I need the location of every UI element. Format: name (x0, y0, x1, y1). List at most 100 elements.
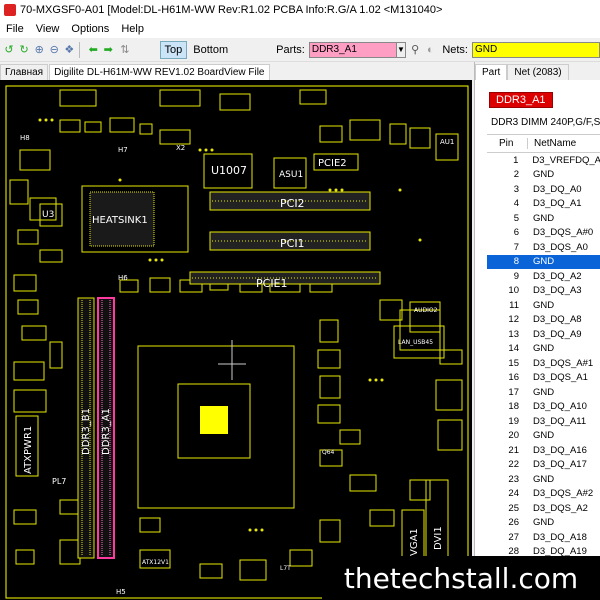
pin-netname: GND (533, 169, 555, 181)
label-au1: AU1 (440, 138, 454, 146)
label-u1007: U1007 (211, 164, 247, 177)
pin-netname: GND (533, 299, 555, 311)
label-h5: H5 (116, 588, 126, 596)
menu-bar: File View Options Help (0, 20, 600, 38)
menu-file[interactable]: File (0, 23, 30, 35)
table-row[interactable]: 2 GND (487, 168, 600, 183)
label-vga1: VGA1 (409, 528, 420, 556)
table-row[interactable]: 6 D3_DQS_A#0 (487, 226, 600, 241)
arrow-left-icon[interactable]: ⬅ (87, 42, 99, 58)
table-row[interactable]: 8 GND (487, 254, 600, 269)
label-atxpwr1: ATXPWR1 (23, 426, 34, 474)
pin-number: 14 (508, 343, 519, 355)
pin-netname: GND (533, 473, 555, 485)
menu-options[interactable]: Options (65, 23, 115, 35)
part-description: DDR3 DIMM 240P,G/F,S/T (491, 117, 600, 128)
pin-number: 2 (513, 169, 519, 181)
table-row[interactable]: 24 D3_DQS_A#2 (487, 487, 600, 502)
table-row[interactable]: 5 GND (487, 211, 600, 226)
pin-number: 6 (513, 227, 519, 239)
pin-number: 7 (513, 241, 519, 253)
label-heatsink1: HEATSINK1 (92, 215, 148, 226)
rotate-right-icon[interactable]: ↻ (18, 42, 30, 58)
selected-part-name: DDR3_A1 (489, 92, 553, 108)
pin-netname: D3_DQ_A2 (533, 270, 582, 282)
pin-number: 20 (508, 430, 519, 442)
pin-number: 9 (513, 270, 519, 282)
table-row[interactable]: 19 D3_DQ_A11 (487, 414, 600, 429)
board-view-canvas[interactable]: U1007 ASU1 PCIE2 PCI2 PCI1 PCIE1 HEATSIN… (0, 80, 472, 600)
tab-part[interactable]: Part (475, 64, 508, 80)
pin-number: 25 (508, 502, 519, 514)
label-pci2: PCI2 (280, 197, 305, 210)
top-side-button[interactable]: Top (159, 40, 188, 59)
search-parts-icon[interactable]: ⚲ (409, 42, 421, 58)
flip-icon[interactable]: ⇅ (116, 41, 133, 58)
pin-number: 16 (508, 372, 519, 384)
bottom-side-button[interactable]: Bottom (189, 42, 232, 58)
pin-number: 21 (508, 444, 519, 456)
pin-netname: D3_DQ_A3 (533, 285, 582, 297)
table-row[interactable]: 25 D3_DQS_A2 (487, 501, 600, 516)
parts-dropdown-icon[interactable]: ▼ (396, 41, 407, 58)
toolbar-separator (79, 41, 81, 58)
zoom-in-icon[interactable]: ⊕ (33, 42, 45, 58)
label-h6: H6 (118, 274, 128, 282)
menu-view[interactable]: View (30, 23, 66, 35)
nets-search-input[interactable] (472, 41, 600, 58)
table-row[interactable]: 16 D3_DQS_A1 (487, 371, 600, 386)
table-row[interactable]: 20 GND (487, 429, 600, 444)
table-row[interactable]: 11 GND (487, 298, 600, 313)
table-row[interactable]: 1 D3_VREFDQ_A (487, 153, 600, 168)
app-icon (4, 4, 16, 16)
table-row[interactable]: 9 D3_DQ_A2 (487, 269, 600, 284)
col-netname[interactable]: NetName (527, 138, 576, 149)
table-row[interactable]: 13 D3_DQ_A9 (487, 327, 600, 342)
pin-number: 18 (508, 401, 519, 413)
pin-netname: GND (533, 343, 555, 355)
document-tabs: Главная Digilite DL-H61M-WW REV1.02 Boar… (0, 62, 472, 80)
pin-netname: D3_DQS_A#0 (533, 227, 594, 239)
tab-net[interactable]: Net (2083) (507, 64, 569, 80)
table-row[interactable]: 3 D3_DQ_A0 (487, 182, 600, 197)
table-row[interactable]: 15 D3_DQS_A#1 (487, 356, 600, 371)
pin-netname: D3_DQ_A17 (533, 459, 587, 471)
table-row[interactable]: 7 D3_DQS_A0 (487, 240, 600, 255)
table-row[interactable]: 17 GND (487, 385, 600, 400)
pin-number: 23 (508, 473, 519, 485)
label-q64: Q64 (322, 449, 335, 456)
pin-netname: D3_DQ_A1 (533, 198, 582, 210)
pin-netname: D3_DQ_A16 (533, 444, 587, 456)
table-row[interactable]: 27 D3_DQ_A18 (487, 530, 600, 545)
label-audio2: AUDIO2 (414, 307, 438, 314)
table-row[interactable]: 4 D3_DQ_A1 (487, 197, 600, 212)
table-row[interactable]: 18 D3_DQ_A10 (487, 400, 600, 415)
table-row[interactable]: 26 GND (487, 516, 600, 531)
parts-search-input[interactable] (308, 41, 397, 58)
table-row[interactable]: 21 D3_DQ_A16 (487, 443, 600, 458)
table-row[interactable]: 12 D3_DQ_A8 (487, 313, 600, 328)
bulb-icon[interactable]: ◐ (424, 42, 436, 58)
zoom-out-icon[interactable]: ⊖ (48, 42, 60, 58)
table-row[interactable]: 23 GND (487, 472, 600, 487)
pin-netname: D3_DQS_A2 (533, 502, 588, 514)
rotate-left-icon[interactable]: ↺ (3, 42, 15, 58)
label-x2: X2 (176, 144, 185, 152)
label-dvi1: DVI1 (433, 526, 444, 550)
menu-help[interactable]: Help (115, 23, 150, 35)
table-row[interactable]: 22 D3_DQ_A17 (487, 458, 600, 473)
pin-number: 24 (508, 488, 519, 500)
toolbar: ↺ ↻ ⊕ ⊖ ❖ ⬅ ➡ ⇅ Top Bottom Parts: ▼ ⚲ ◐ … (0, 38, 600, 62)
pin-netname: D3_DQ_A0 (533, 183, 582, 195)
pin-netname: D3_DQ_A18 (533, 531, 587, 543)
table-row[interactable]: 14 GND (487, 342, 600, 357)
arrow-right-icon[interactable]: ➡ (102, 42, 114, 58)
col-pin[interactable]: Pin (487, 138, 527, 149)
tab-boardview-file[interactable]: Digilite DL-H61M-WW REV1.02 BoardView Fi… (49, 64, 270, 80)
pin-number: 8 (513, 256, 519, 268)
tab-main[interactable]: Главная (0, 64, 49, 80)
title-bar: 70-MXGSF0-A01 [Model:DL-H61M-WW Rev:R1.0… (0, 0, 600, 20)
zoom-fit-icon[interactable]: ❖ (63, 42, 75, 58)
label-ddr3-a1: DDR3_A1 (101, 408, 112, 455)
table-row[interactable]: 10 D3_DQ_A3 (487, 284, 600, 299)
